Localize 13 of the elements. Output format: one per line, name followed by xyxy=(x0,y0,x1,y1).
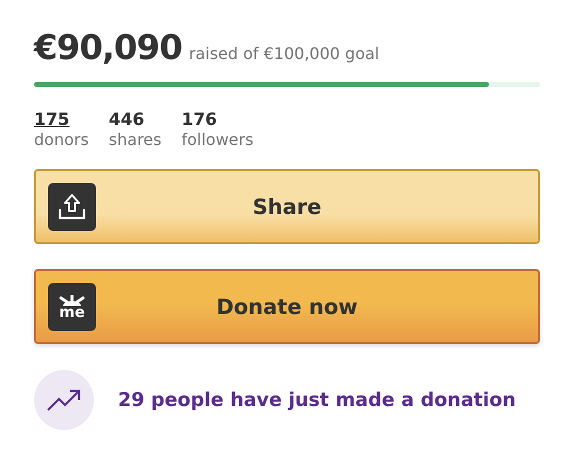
donation-activity-text: 29 people have just made a donation xyxy=(118,389,516,411)
stat-value: 446 xyxy=(108,110,144,130)
stat-value: 176 xyxy=(181,110,217,130)
amount-raised: €90,090 xyxy=(34,28,182,68)
donate-button[interactable]: me Donate now xyxy=(34,269,540,344)
stat-label: followers xyxy=(181,130,254,149)
goal-text: raised of €100,000 goal xyxy=(188,44,380,63)
share-button[interactable]: Share xyxy=(34,169,540,244)
share-icon xyxy=(48,182,96,230)
stat-value-link[interactable]: 175 xyxy=(34,110,70,130)
stat-label: shares xyxy=(108,130,162,149)
stat-label: donors xyxy=(34,130,89,149)
logo-icon: me xyxy=(48,282,96,330)
